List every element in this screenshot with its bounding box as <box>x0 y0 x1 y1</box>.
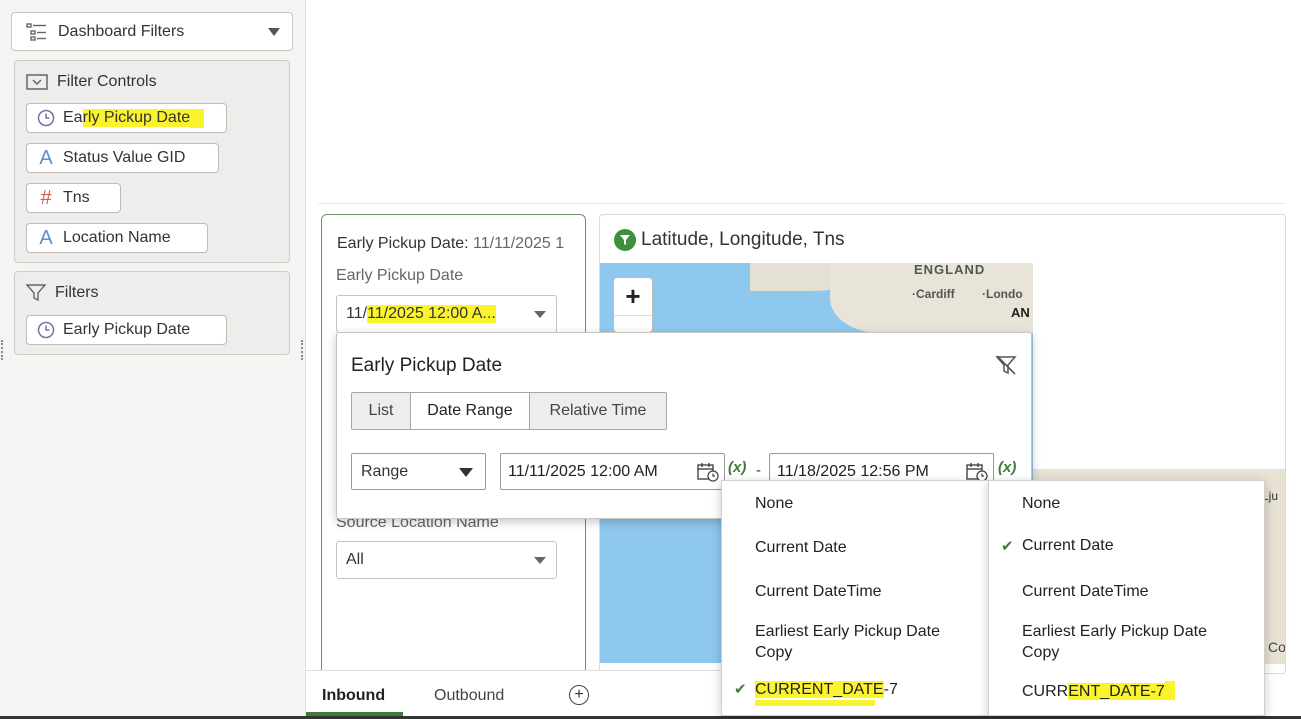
tab-list[interactable]: List <box>352 393 411 429</box>
menu-item-earliest-early-pickup-date-copy[interactable]: Earliest Early Pickup Date Copy <box>1022 621 1242 663</box>
canvas-empty-area <box>318 0 1286 204</box>
chip-label: Tns <box>63 189 90 206</box>
filter-card-title: Early Pickup Date: 11/11/2025 1 <box>337 235 564 253</box>
chip-location-name[interactable]: A Location Name <box>26 223 208 253</box>
calendar-icon[interactable] <box>697 462 719 482</box>
text-attribute-icon: A <box>39 226 53 249</box>
filters-header: Filters <box>26 284 99 302</box>
chip-label-highlight: rly Pickup Date <box>82 109 191 127</box>
map-label: ENGLAND <box>914 262 986 277</box>
dashboard-filters-label: Dashboard Filters <box>58 22 185 40</box>
chip-label-pre: Ea <box>63 109 83 126</box>
menu-item-pre: CURR <box>1022 683 1069 700</box>
chip-tns[interactable]: # Tns <box>26 183 121 213</box>
funnel-icon <box>26 284 46 302</box>
funnel-icon <box>614 229 636 251</box>
calendar-icon[interactable] <box>966 462 988 482</box>
tab-outbound[interactable]: Outbound <box>434 687 504 705</box>
zoom-in-button[interactable]: + <box>614 278 652 316</box>
map-label: ·Londo <box>982 287 1023 301</box>
range-type-value: Range <box>361 462 409 480</box>
highlight-mark <box>755 700 875 706</box>
filter-mode-tabs: List Date Range Relative Time <box>351 392 667 430</box>
chevron-down-icon <box>534 311 546 318</box>
dashboard-filters-icon <box>26 22 46 41</box>
filter-controls-group: Filter Controls Ea rly Pickup Date A Stat… <box>14 60 290 263</box>
range-separator: - <box>756 462 761 479</box>
filter-field-label: Early Pickup Date <box>336 267 464 284</box>
chip-label: Status Value GID <box>63 149 186 166</box>
end-date-expression-button[interactable]: (x) <box>998 459 1016 476</box>
panel-resize-handle[interactable] <box>1 340 3 360</box>
tab-relative-time[interactable]: Relative Time <box>530 393 666 429</box>
checkmark-icon: ✔ <box>1001 538 1014 555</box>
menu-item-current-date[interactable]: Current Date <box>755 537 847 558</box>
end-date-value: 11/18/2025 12:56 PM <box>777 462 929 480</box>
map-label: ·Cardiff <box>912 287 955 301</box>
select-value-highlight: 11/2025 12:00 A... <box>367 305 496 323</box>
filter-controls-header: Filter Controls <box>26 73 157 91</box>
filters-title: Filters <box>55 284 99 301</box>
start-date-expression-button[interactable]: (x) <box>728 459 746 476</box>
menu-item-earliest-early-pickup-date-copy[interactable]: Earliest Early Pickup Date Copy <box>755 621 975 663</box>
tab-inbound[interactable]: Inbound <box>322 687 385 705</box>
menu-item-none[interactable]: None <box>755 493 793 514</box>
early-pickup-date-select[interactable]: 11/11/2025 12:00 A... <box>336 295 557 333</box>
tab-date-range[interactable]: Date Range <box>411 393 530 429</box>
start-date-expression-menu: None Current Date Current DateTime Earli… <box>721 480 989 716</box>
menu-item-highlight: ENT_DATE-7 <box>1068 683 1165 700</box>
filter-controls-title: Filter Controls <box>57 73 157 90</box>
map-label: AN <box>1011 305 1030 320</box>
end-date-expression-menu: None ✔ Current Date Current DateTime Ear… <box>988 480 1265 716</box>
clear-filter-icon[interactable] <box>995 354 1017 376</box>
source-location-select[interactable]: All <box>336 541 557 579</box>
popup-title: Early Pickup Date <box>351 355 503 376</box>
menu-item-current-datetime[interactable]: Current DateTime <box>1022 581 1149 602</box>
add-tab-button[interactable]: + <box>569 685 589 705</box>
filters-group: Filters Early Pickup Date <box>14 271 290 355</box>
map-label: Co <box>1268 639 1286 655</box>
menu-item-current-datetime[interactable]: Current DateTime <box>755 581 882 602</box>
menu-item-highlight: CURRENT_DATE <box>755 681 884 698</box>
chip-status-value-gid[interactable]: A Status Value GID <box>26 143 219 173</box>
page-tabs-bar: Inbound Outbound + <box>306 670 726 719</box>
chip-early-pickup-date[interactable]: Ea rly Pickup Date <box>26 103 227 133</box>
start-date-input[interactable]: 11/11/2025 12:00 AM <box>500 453 725 490</box>
zoom-control: + <box>613 277 653 333</box>
map-title: Latitude, Longitude, Tns <box>614 229 845 251</box>
panel-resize-handle[interactable] <box>301 340 303 360</box>
checkmark-icon: ✔ <box>734 681 747 698</box>
menu-item-current-date[interactable]: Current Date <box>1022 535 1114 556</box>
menu-item-rest: -7 <box>883 681 898 698</box>
clock-icon <box>37 321 55 339</box>
range-type-select[interactable]: Range <box>351 453 486 490</box>
chevron-down-icon <box>459 468 473 477</box>
chevron-down-icon <box>268 28 280 36</box>
source-location-value: All <box>346 551 364 568</box>
text-attribute-icon: A <box>39 146 53 169</box>
filter-card-title-value: 11/11/2025 1 <box>468 235 565 252</box>
highlight-mark <box>1164 681 1175 700</box>
menu-item-current-date-minus-7[interactable]: CURRENT_DATE-7 <box>755 679 898 700</box>
start-date-value: 11/11/2025 12:00 AM <box>508 462 658 480</box>
highlight-mark <box>190 108 205 128</box>
menu-item-current-date-minus-7[interactable]: CURRENT_DATE-7 <box>1022 681 1175 702</box>
dashboard-filters-dropdown[interactable]: Dashboard Filters <box>11 12 293 51</box>
map-title-text: Latitude, Longitude, Tns <box>641 229 845 250</box>
select-value-pre: 11/ <box>346 305 368 322</box>
menu-item-none[interactable]: None <box>1022 493 1060 514</box>
hash-icon: # <box>40 186 52 209</box>
filter-chip-early-pickup-date[interactable]: Early Pickup Date <box>26 315 227 345</box>
clock-icon <box>37 109 55 127</box>
chip-label: Location Name <box>63 229 171 246</box>
filter-card-title-label: Early Pickup Date: <box>337 235 469 252</box>
chip-label: Early Pickup Date <box>63 321 191 338</box>
filter-control-icon <box>26 74 48 90</box>
chevron-down-icon <box>534 557 546 564</box>
